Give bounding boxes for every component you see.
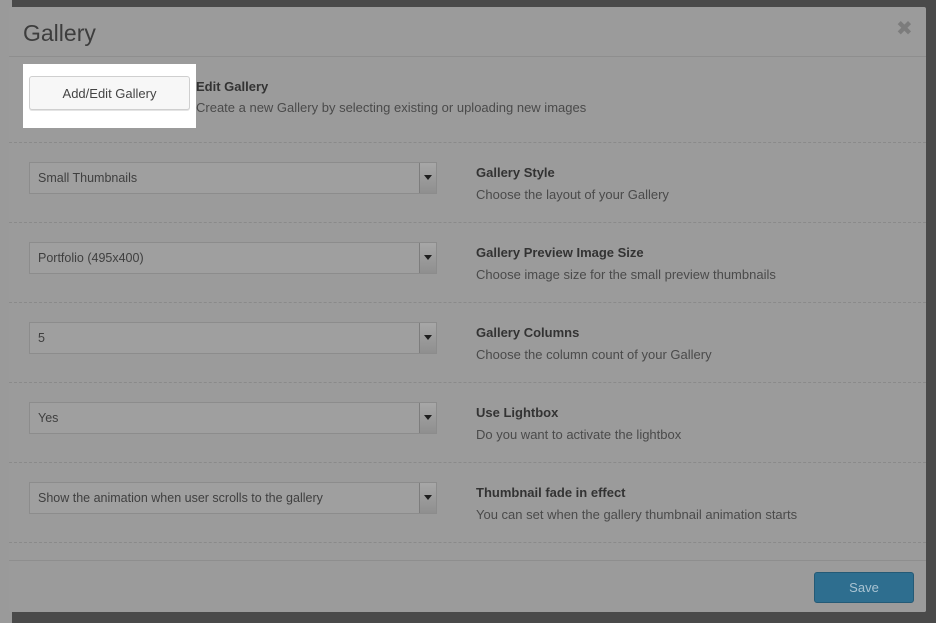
- chevron-down-icon[interactable]: [419, 483, 436, 513]
- row-title: Use Lightbox: [476, 405, 559, 420]
- use-lightbox-select[interactable]: Yes: [29, 402, 437, 434]
- chevron-down-icon[interactable]: [419, 243, 436, 273]
- select-value: Small Thumbnails: [38, 171, 138, 185]
- select-value: Show the animation when user scrolls to …: [38, 491, 323, 505]
- row-description: Choose the column count of your Gallery: [476, 347, 712, 362]
- row-description: Choose image size for the small preview …: [476, 267, 776, 282]
- row-description: Create a new Gallery by selecting existi…: [196, 100, 587, 115]
- modal-footer: Save: [9, 560, 926, 612]
- gallery-style-select[interactable]: Small Thumbnails: [29, 162, 437, 194]
- setting-row-fade-effect: Show the animation when user scrolls to …: [9, 463, 926, 543]
- add-edit-gallery-button[interactable]: Add/Edit Gallery: [29, 76, 190, 110]
- chevron-down-icon[interactable]: [419, 163, 436, 193]
- add-edit-gallery-row: Add/Edit Gallery Edit Gallery Create a n…: [9, 57, 926, 143]
- setting-label: Gallery Style Choose the layout of your …: [476, 165, 669, 202]
- row-description: Do you want to activate the lightbox: [476, 427, 682, 442]
- select-value: 5: [38, 331, 45, 345]
- row-title: Gallery Style: [476, 165, 555, 180]
- select-value: Yes: [38, 411, 59, 425]
- chevron-down-icon[interactable]: [419, 323, 436, 353]
- setting-label: Gallery Columns Choose the column count …: [476, 325, 712, 362]
- add-edit-label: Edit Gallery Create a new Gallery by sel…: [196, 79, 586, 115]
- gallery-columns-select[interactable]: 5: [29, 322, 437, 354]
- modal-header: Gallery ✖: [9, 7, 926, 57]
- setting-label: Thumbnail fade in effect You can set whe…: [476, 485, 797, 522]
- setting-label: Gallery Preview Image Size Choose image …: [476, 245, 776, 282]
- row-title: Gallery Columns: [476, 325, 580, 340]
- preview-image-size-select[interactable]: Portfolio (495x400): [29, 242, 437, 274]
- setting-row-columns: 5 Gallery Columns Choose the column coun…: [9, 303, 926, 383]
- chevron-down-icon[interactable]: [419, 403, 436, 433]
- settings-list: Add/Edit Gallery Edit Gallery Create a n…: [9, 57, 926, 543]
- row-title: Gallery Preview Image Size: [476, 245, 644, 260]
- close-icon[interactable]: ✖: [896, 19, 913, 39]
- modal-title: Gallery: [23, 20, 96, 46]
- save-button[interactable]: Save: [814, 572, 914, 603]
- setting-row-lightbox: Yes Use Lightbox Do you want to activate…: [9, 383, 926, 463]
- row-title: Edit Gallery: [196, 79, 269, 94]
- row-description: You can set when the gallery thumbnail a…: [476, 507, 798, 522]
- setting-row-preview-size: Portfolio (495x400) Gallery Preview Imag…: [9, 223, 926, 303]
- select-value: Portfolio (495x400): [38, 251, 144, 265]
- setting-label: Use Lightbox Do you want to activate the…: [476, 405, 681, 442]
- setting-row-gallery-style: Small Thumbnails Gallery Style Choose th…: [9, 143, 926, 223]
- row-description: Choose the layout of your Gallery: [476, 187, 669, 202]
- row-title: Thumbnail fade in effect: [476, 485, 626, 500]
- thumbnail-fade-select[interactable]: Show the animation when user scrolls to …: [29, 482, 437, 514]
- gallery-modal: Gallery ✖ Add/Edit Gallery Edit Gallery …: [9, 7, 926, 612]
